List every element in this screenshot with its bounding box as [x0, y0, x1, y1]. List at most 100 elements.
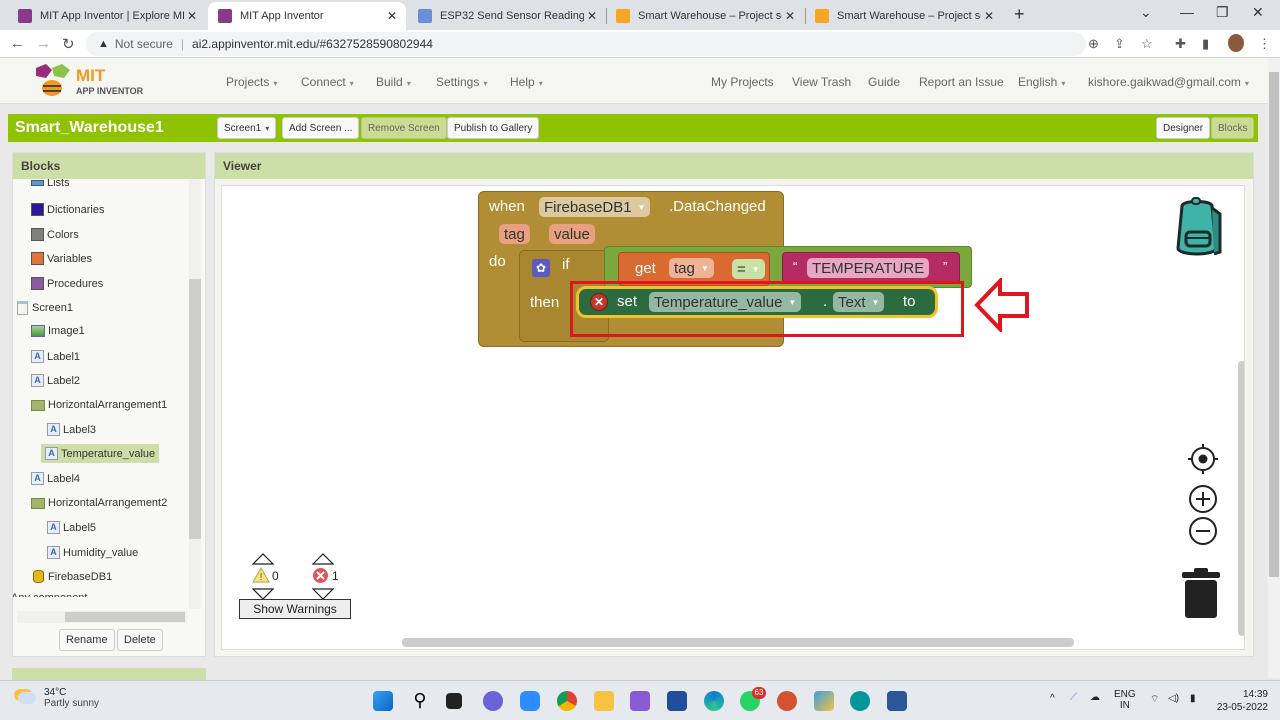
language-indicator[interactable]: ENG IN [1114, 689, 1136, 711]
edge-icon[interactable] [704, 691, 724, 711]
visual-studio-icon[interactable] [630, 691, 650, 711]
link-view-trash[interactable]: View Trash [792, 75, 851, 89]
zoom-app-icon[interactable] [520, 691, 540, 711]
prev-error-arrow-icon[interactable] [312, 553, 334, 565]
tree-item-label2[interactable]: A Label2 [31, 374, 80, 387]
menu-build[interactable]: Build ▾ [376, 75, 411, 89]
tree-vertical-scroll-thumb[interactable] [189, 279, 201, 539]
onedrive-cloud-icon[interactable]: ☁ [1090, 692, 1100, 703]
component-dropdown[interactable]: FirebaseDB1 ▼ [539, 197, 651, 217]
tree-item-horizontalarrangement1[interactable]: HorizontalArrangement1 [31, 399, 167, 411]
recenter-icon[interactable] [1188, 444, 1218, 474]
browser-tab[interactable]: Smart Warehouse – Project settin ✕ [805, 2, 1003, 30]
close-tab-icon[interactable]: ✕ [981, 9, 997, 23]
show-warnings-button[interactable]: Show Warnings [239, 599, 351, 619]
zoom-out-icon[interactable] [1188, 516, 1218, 546]
close-tab-icon[interactable]: ✕ [384, 9, 400, 23]
share-icon[interactable]: ⇪ [1114, 36, 1125, 52]
battery-icon[interactable]: ▮ [1190, 693, 1196, 704]
tree-item-label3[interactable]: A Label3 [47, 423, 96, 436]
security-label[interactable]: Not secure [115, 37, 173, 51]
search-icon[interactable]: ⚲ [410, 691, 430, 711]
browser-tab[interactable]: ESP32 Send Sensor Readings to G ✕ [408, 2, 606, 30]
param-tag[interactable]: tag [499, 224, 530, 244]
paint-icon[interactable] [814, 691, 834, 711]
tree-item-humidity-value[interactable]: A Humidity_value [47, 546, 138, 559]
tree-item-label1[interactable]: A Label1 [31, 350, 80, 363]
designer-button[interactable]: Designer [1156, 117, 1211, 139]
volume-icon[interactable]: ◁) [1168, 693, 1179, 704]
blocks-button[interactable]: Blocks [1211, 117, 1255, 139]
system-clock[interactable]: 14:39 23-05-2022 [1217, 688, 1268, 714]
new-tab-button[interactable]: + [1014, 4, 1025, 25]
show-hidden-icons[interactable]: ^ [1050, 693, 1055, 704]
screen-select[interactable]: Screen1 ▾ [217, 117, 277, 139]
string-value[interactable]: TEMPERATURE [807, 258, 930, 278]
tree-horizontal-scroll-thumb[interactable] [65, 612, 185, 622]
url-text[interactable]: ai2.appinventor.mit.edu/#632752859080294… [192, 37, 433, 51]
language-select[interactable]: English ▾ [1018, 75, 1065, 89]
file-explorer-icon[interactable] [594, 691, 614, 711]
tree-item-dictionaries[interactable]: Dictionaries [31, 203, 104, 216]
reload-icon[interactable]: ↻ [62, 35, 75, 53]
workspace-horizontal-scrollbar[interactable] [402, 638, 1074, 647]
link-my-projects[interactable]: My Projects [711, 75, 774, 89]
tree-item-label5[interactable]: A Label5 [47, 521, 96, 534]
variable-dropdown[interactable]: tag ▼ [669, 258, 714, 278]
menu-settings[interactable]: Settings ▾ [436, 75, 487, 89]
restore-icon[interactable]: ❐ [1216, 4, 1229, 21]
prev-warning-arrow-icon[interactable] [252, 553, 274, 565]
bookmark-star-icon[interactable]: ☆ [1141, 36, 1153, 52]
tree-item-variables[interactable]: Variables [31, 252, 92, 265]
back-icon[interactable]: ← [10, 35, 25, 52]
param-value[interactable]: value [549, 224, 595, 244]
browser-tab-active[interactable]: MIT App Inventor ✕ [208, 2, 406, 30]
tree-item-horizontalarrangement2[interactable]: HorizontalArrangement2 [31, 497, 167, 509]
remove-screen-button[interactable]: Remove Screen [361, 117, 447, 139]
menu-projects[interactable]: Projects ▾ [226, 75, 277, 89]
windows-start-icon[interactable] [373, 691, 393, 711]
task-view-icon[interactable] [446, 693, 462, 709]
menu-connect[interactable]: Connect ▾ [301, 75, 354, 89]
tree-item-image1[interactable]: Image1 [31, 325, 85, 337]
trash-can-icon[interactable] [1180, 568, 1222, 620]
backpack-icon[interactable] [1166, 196, 1228, 262]
account-menu[interactable]: kishore.gaikwad@gmail.com ▾ [1088, 75, 1249, 89]
weather-widget[interactable]: 34°C Partly sunny [18, 687, 99, 709]
add-screen-button[interactable]: Add Screen ... [282, 117, 360, 139]
mit-app-inventor-logo[interactable]: MIT APP INVENTOR [32, 64, 152, 100]
teams-chat-icon[interactable] [483, 691, 503, 711]
tree-item-firebasedb1[interactable]: FirebaseDB1 [33, 570, 112, 583]
minimize-icon[interactable]: — [1180, 4, 1194, 20]
zoom-in-icon[interactable] [1188, 484, 1218, 514]
extensions-icon[interactable]: ✚ [1175, 36, 1186, 52]
page-scroll-thumb[interactable] [1269, 72, 1279, 577]
tree-item-lists[interactable]: Lists [31, 179, 70, 189]
tab-search-icon[interactable]: ⌄ [1140, 4, 1152, 21]
side-panel-icon[interactable]: ▮ [1202, 36, 1209, 52]
tree-item-temperature-value[interactable]: A Temperature_value [41, 444, 160, 463]
browser-menu-icon[interactable]: ⋮ [1258, 36, 1271, 52]
powerpoint-icon[interactable] [777, 691, 797, 711]
tree-item-screen1[interactable]: Screen1 [17, 301, 73, 315]
link-guide[interactable]: Guide [868, 75, 900, 89]
tree-item-colors[interactable]: Colors [31, 228, 79, 241]
mutator-gear-icon[interactable]: ✿ [532, 259, 550, 277]
operator-dropdown[interactable]: = ▼ [732, 259, 765, 279]
link-report-issue[interactable]: Report an Issue [919, 75, 1004, 89]
chrome-icon[interactable] [557, 691, 577, 711]
tree-item-any-component[interactable]: Any component [13, 592, 87, 597]
pen-icon[interactable]: ⟋ [1070, 692, 1077, 703]
forward-icon[interactable]: → [36, 35, 51, 52]
close-window-icon[interactable]: ✕ [1252, 4, 1264, 21]
close-tab-icon[interactable]: ✕ [782, 9, 798, 23]
delete-button[interactable]: Delete [117, 629, 163, 651]
blocks-workspace[interactable]: when FirebaseDB1 ▼ .DataChanged tag value… [221, 185, 1245, 650]
text-string-block[interactable]: “ TEMPERATURE ” [782, 252, 960, 284]
workspace-vertical-scrollbar[interactable] [1238, 361, 1244, 636]
close-tab-icon[interactable]: ✕ [584, 9, 600, 23]
wifi-icon[interactable]: ⌔ [1150, 693, 1159, 706]
browser-tab[interactable]: Smart Warehouse – Project settin ✕ [606, 2, 804, 30]
microsoft-store-icon[interactable] [667, 691, 687, 711]
zoom-icon[interactable]: ⊕ [1088, 36, 1099, 52]
